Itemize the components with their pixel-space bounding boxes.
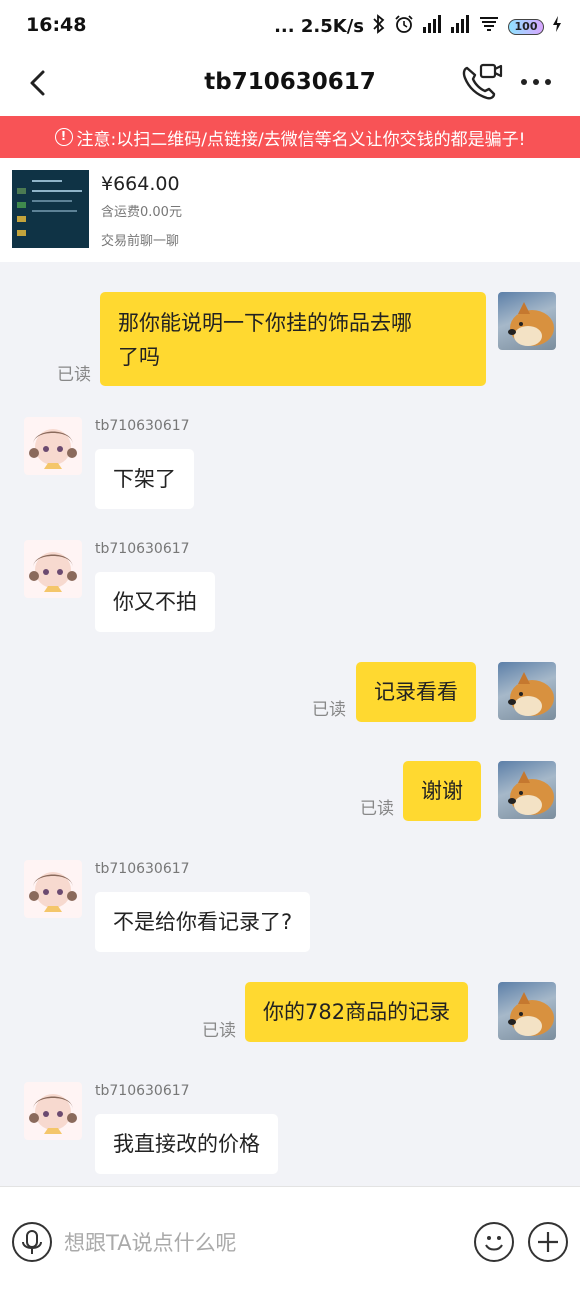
message-bubble[interactable]: 那你能说明一下你挂的饰品去哪 了吗: [100, 292, 486, 386]
message-bubble[interactable]: 你又不拍: [95, 572, 215, 632]
sender-name: tb710630617: [95, 418, 190, 434]
charging-icon: [552, 16, 562, 37]
exclamation-icon: !: [54, 128, 73, 146]
bluetooth-icon: [372, 14, 386, 39]
message-bubble[interactable]: 谢谢: [403, 761, 481, 821]
message-text: 下架了: [113, 467, 176, 491]
message-text: 不是给你看记录了?: [113, 910, 293, 934]
status-icons: ... 2.5K/s 100: [274, 14, 562, 39]
fraud-warning-banner: ! 注意:以扫二维码/点链接/去微信等名义让你交钱的都是骗子!: [0, 116, 580, 158]
plus-icon[interactable]: [528, 1222, 568, 1262]
message-text: 你又不拍: [113, 590, 197, 614]
message-text: 记录看看: [374, 680, 458, 704]
message-text: 谢谢: [421, 779, 463, 803]
battery-icon: 100: [508, 18, 544, 35]
warning-text: 注意:以扫二维码/点链接/去微信等名义让你交钱的都是骗子!: [76, 129, 526, 150]
chat-header: tb710630617: [0, 52, 580, 116]
product-shipping: 含运费0.00元: [101, 205, 182, 220]
message-bubble[interactable]: 不是给你看记录了?: [95, 892, 311, 952]
signal-icon-2: [450, 15, 470, 38]
my-avatar[interactable]: [498, 982, 556, 1040]
message-bubble[interactable]: 记录看看: [356, 662, 476, 722]
network-speed: ... 2.5K/s: [274, 16, 364, 37]
contact-avatar[interactable]: [24, 1082, 82, 1140]
product-thumbnail: [12, 170, 89, 248]
contact-avatar[interactable]: [24, 417, 82, 475]
sender-name: tb710630617: [95, 861, 190, 877]
product-note: 交易前聊一聊: [101, 234, 180, 249]
message-text: 我直接改的价格: [113, 1132, 260, 1156]
message-bubble[interactable]: 你的782商品的记录: [245, 982, 469, 1042]
status-time: 16:48: [26, 14, 87, 36]
product-price: ¥664.00: [101, 173, 180, 195]
message-text-line: 了吗: [118, 345, 160, 369]
message-text-line: 那你能说明一下你挂的饰品去哪: [118, 311, 412, 335]
sender-name: tb710630617: [95, 541, 190, 557]
message-input[interactable]: [64, 1227, 444, 1259]
message-list[interactable]: 那你能说明一下你挂的饰品去哪 了吗 已读 tb710630617 下架了 tb7…: [0, 262, 580, 1186]
my-avatar[interactable]: [498, 662, 556, 720]
read-receipt: 已读: [57, 365, 91, 385]
read-receipt: 已读: [202, 1021, 236, 1041]
alarm-icon: [394, 14, 414, 39]
contact-avatar[interactable]: [24, 860, 82, 918]
message-input-bar: [0, 1186, 580, 1289]
product-card[interactable]: ¥664.00 含运费0.00元 交易前聊一聊: [0, 158, 580, 262]
my-avatar[interactable]: [498, 761, 556, 819]
my-avatar[interactable]: [498, 292, 556, 350]
read-receipt: 已读: [312, 700, 346, 720]
smile-icon[interactable]: [474, 1222, 514, 1262]
sender-name: tb710630617: [95, 1083, 190, 1099]
read-receipt: 已读: [360, 799, 394, 819]
message-text: 你的782商品的记录: [263, 1000, 451, 1024]
more-dots-icon[interactable]: [516, 72, 556, 92]
status-bar: 16:48 ... 2.5K/s 100: [0, 0, 580, 52]
wifi-icon: [478, 15, 500, 38]
signal-icon-1: [422, 15, 442, 38]
message-bubble[interactable]: 我直接改的价格: [95, 1114, 278, 1174]
phone-video-icon[interactable]: [460, 62, 504, 102]
message-bubble[interactable]: 下架了: [95, 449, 194, 509]
microphone-icon[interactable]: [12, 1222, 52, 1262]
contact-avatar[interactable]: [24, 540, 82, 598]
